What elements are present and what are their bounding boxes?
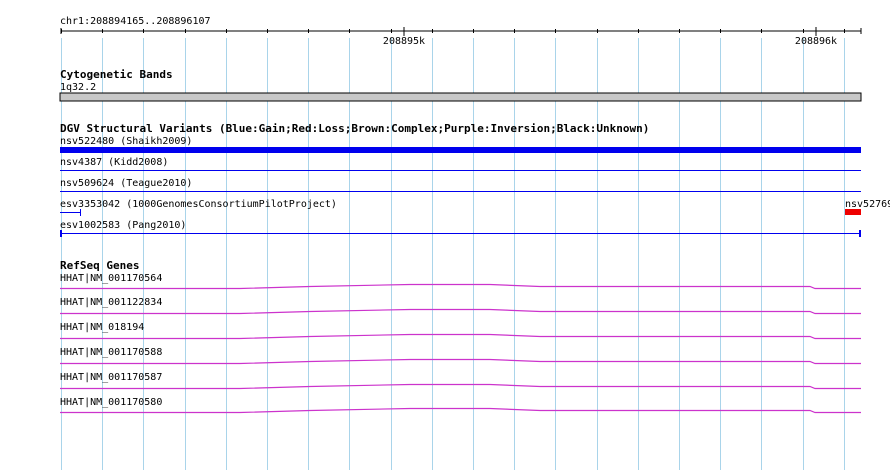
gene-structure[interactable] bbox=[60, 283, 861, 290]
gain-bar[interactable] bbox=[60, 147, 861, 153]
loss-bar[interactable] bbox=[845, 209, 861, 215]
feature-label: nsv4387 (Kidd2008) bbox=[60, 157, 168, 168]
gene-feature[interactable]: HHAT|NM_001170587 bbox=[60, 372, 861, 390]
feature-label: esv1002583 (Pang2010) bbox=[60, 220, 186, 231]
dgv-feature[interactable]: esv3353042 (1000GenomesConsortiumPilotPr… bbox=[60, 199, 337, 216]
ruler: chr1:208894165..208896107 208895k 208896… bbox=[60, 16, 862, 47]
gene-label: HHAT|NM_001122834 bbox=[60, 297, 162, 308]
gene-label: HHAT|NM_001170564 bbox=[60, 273, 162, 284]
dgv-feature[interactable]: esv1002583 (Pang2010) bbox=[60, 220, 861, 237]
gene-structure[interactable] bbox=[60, 383, 861, 390]
dgv-track: DGV Structural Variants (Blue:Gain;Red:L… bbox=[60, 122, 890, 237]
dgv-feature[interactable]: nsv4387 (Kidd2008) bbox=[60, 157, 861, 171]
gene-label: HHAT|NM_001170580 bbox=[60, 397, 162, 408]
grid-lines bbox=[61, 38, 845, 470]
feature-label: nsv52769 bbox=[845, 199, 890, 210]
dgv-feature[interactable]: nsv52769 bbox=[845, 199, 890, 215]
track-title: RefSeq Genes bbox=[60, 259, 139, 272]
dgv-feature[interactable]: nsv522480 (Shaikh2009) bbox=[60, 136, 861, 153]
feature-label: esv3353042 (1000GenomesConsortiumPilotPr… bbox=[60, 199, 337, 210]
gene-feature[interactable]: HHAT|NM_018194 bbox=[60, 322, 861, 340]
gene-feature[interactable]: HHAT|NM_001122834 bbox=[60, 297, 861, 315]
feature-label: nsv522480 (Shaikh2009) bbox=[60, 136, 192, 147]
track-title: DGV Structural Variants (Blue:Gain;Red:L… bbox=[60, 122, 649, 135]
cytoband-label: 1q32.2 bbox=[60, 82, 96, 93]
gene-structure[interactable] bbox=[60, 333, 861, 340]
gene-feature[interactable]: HHAT|NM_001170580 bbox=[60, 397, 861, 414]
gene-structure[interactable] bbox=[60, 407, 861, 414]
gene-label: HHAT|NM_001170588 bbox=[60, 347, 162, 358]
gene-structure[interactable] bbox=[60, 358, 861, 365]
gene-label: HHAT|NM_018194 bbox=[60, 322, 144, 333]
gene-label: HHAT|NM_001170587 bbox=[60, 372, 162, 383]
genome-track-view[interactable]: chr1:208894165..208896107 208895k 208896… bbox=[0, 0, 890, 470]
ruler-range-label: chr1:208894165..208896107 bbox=[60, 16, 211, 27]
cytoband-track: Cytogenetic Bands 1q32.2 bbox=[59, 68, 862, 102]
refseq-track: RefSeq Genes HHAT|NM_001170564 HHAT|NM_0… bbox=[60, 259, 861, 414]
dgv-feature[interactable]: nsv509624 (Teague2010) bbox=[60, 178, 861, 192]
gene-feature[interactable]: HHAT|NM_001170588 bbox=[60, 347, 861, 365]
gene-structure[interactable] bbox=[60, 308, 861, 315]
gene-feature[interactable]: HHAT|NM_001170564 bbox=[60, 273, 861, 290]
track-title: Cytogenetic Bands bbox=[60, 68, 173, 81]
cytoband-bar[interactable] bbox=[59, 92, 862, 102]
genome-browser: chr1:208894165..208896107 208895k 208896… bbox=[0, 0, 890, 470]
feature-label: nsv509624 (Teague2010) bbox=[60, 178, 192, 189]
ruler-tick-label: 208896k bbox=[795, 36, 837, 47]
ruler-tick-label: 208895k bbox=[383, 36, 425, 47]
